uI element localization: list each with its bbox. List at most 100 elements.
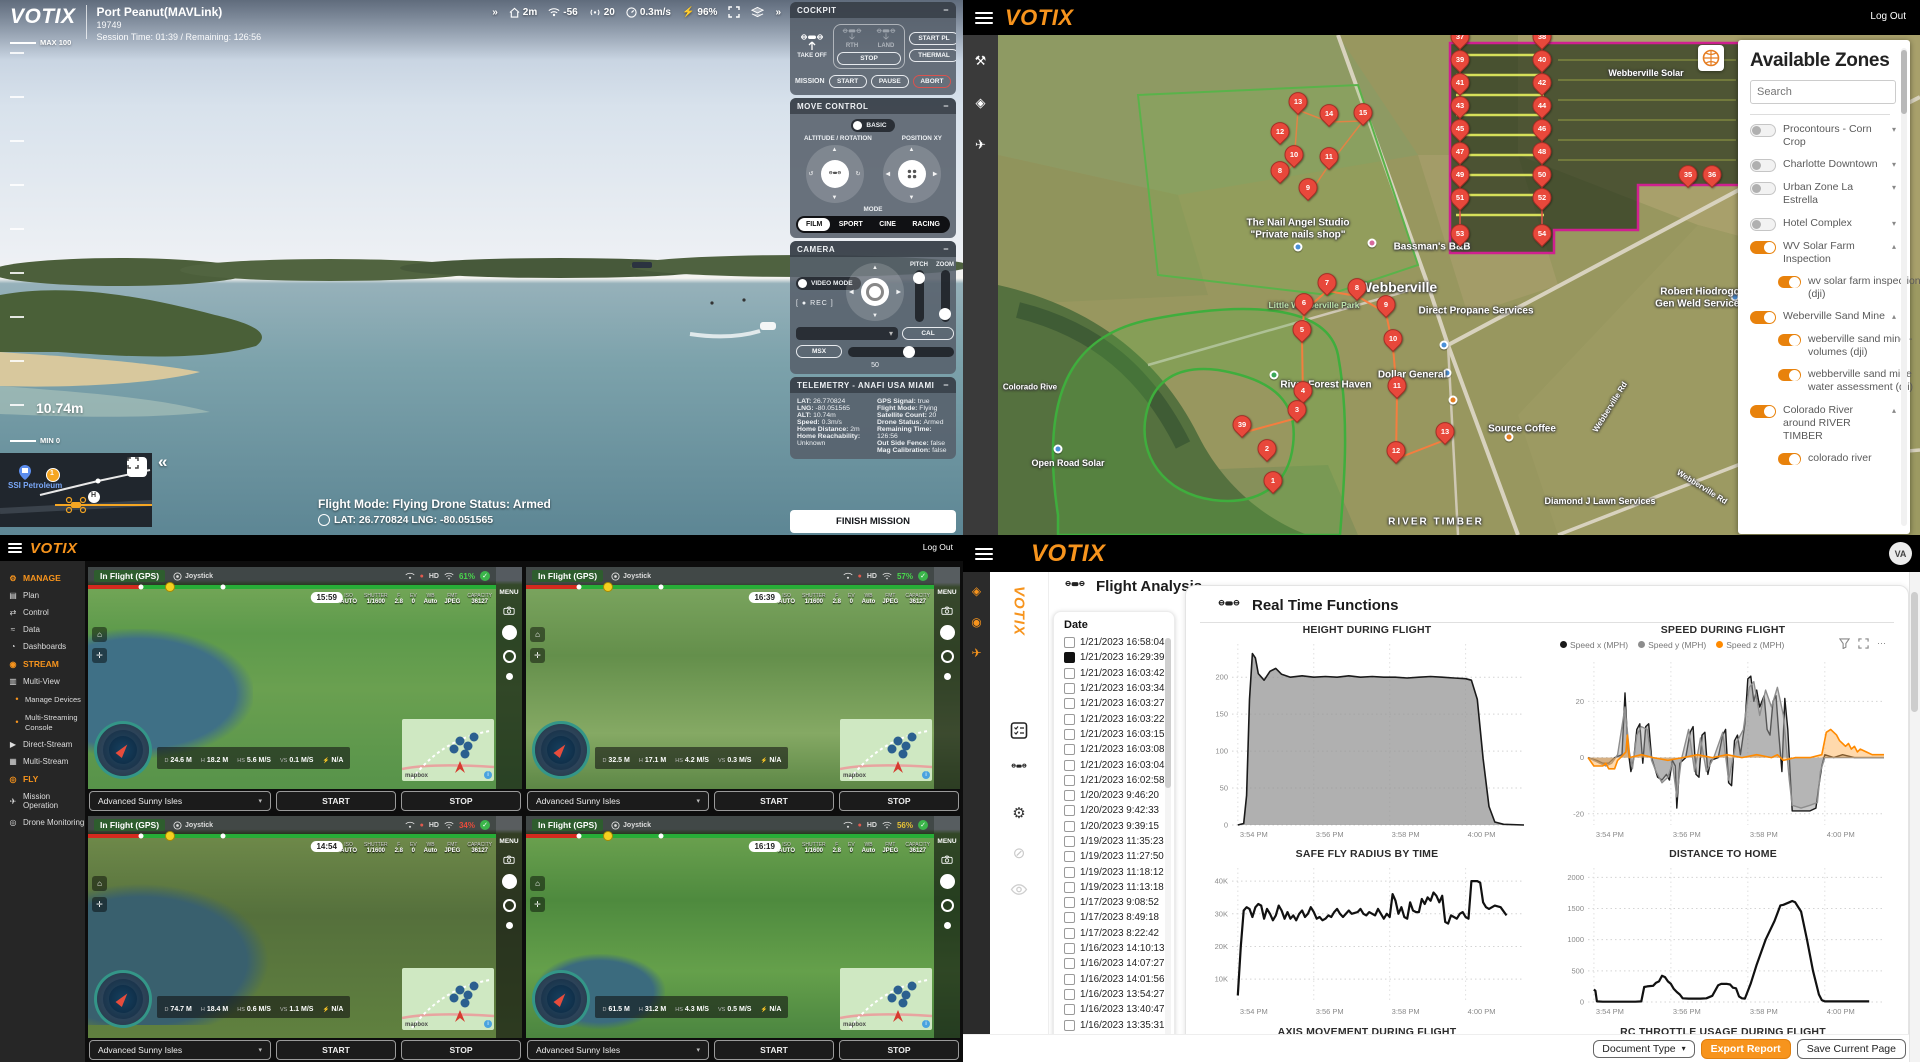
start-stream-button[interactable]: START bbox=[714, 791, 834, 811]
flight-date-row[interactable]: 1/17/2023 8:22:42 bbox=[1064, 926, 1171, 941]
mission-select-dropdown[interactable]: Advanced Sunny Isles▾ bbox=[527, 791, 709, 811]
menu-label[interactable]: MENU bbox=[937, 838, 956, 845]
minimize-icon[interactable]: − bbox=[943, 244, 949, 254]
stop-stream-button[interactable]: STOP bbox=[839, 791, 959, 811]
camera-gimbal-joystick[interactable]: ▲▼◀▶ bbox=[846, 263, 904, 321]
flight-date-row[interactable]: 1/16/2023 14:10:13 bbox=[1064, 941, 1171, 956]
record-button[interactable] bbox=[503, 650, 516, 663]
rec-button[interactable]: [ ● REC ] bbox=[796, 300, 834, 307]
menu-hamburger-icon[interactable] bbox=[975, 12, 993, 24]
more-options-icon[interactable]: ⋯ bbox=[1877, 638, 1886, 649]
flight-date-row[interactable]: 1/21/2023 16:03:04 bbox=[1064, 757, 1171, 772]
stop-stream-button[interactable]: STOP bbox=[401, 791, 521, 811]
record-button[interactable] bbox=[941, 650, 954, 663]
finish-mission-button[interactable]: FINISH MISSION bbox=[790, 510, 956, 533]
mode-racing[interactable]: RACING bbox=[904, 218, 948, 231]
zones-scrollbar[interactable] bbox=[1901, 48, 1907, 526]
virtual-joystick-icon[interactable]: ✛ bbox=[92, 648, 107, 663]
stream-minimap[interactable]: mapbox i bbox=[402, 719, 494, 781]
flight-date-row[interactable]: 1/20/2023 9:39:15 bbox=[1064, 819, 1171, 834]
flight-date-row[interactable]: 1/21/2023 16:29:39 bbox=[1064, 650, 1171, 665]
map-info-icon[interactable]: i bbox=[922, 771, 930, 779]
stream-video-feed[interactable]: In Flight (GPS) Joystick ● HD 56% ✓ 16:1… bbox=[526, 816, 960, 1038]
menu-label[interactable]: MENU bbox=[499, 838, 518, 845]
stream-video-feed[interactable]: In Flight (GPS) Joystick ● HD 34% ✓ 14:5… bbox=[88, 816, 522, 1038]
checklist-icon[interactable] bbox=[1011, 722, 1028, 739]
cal-button[interactable]: CAL bbox=[902, 327, 954, 340]
land-button[interactable]: LAND bbox=[875, 28, 897, 49]
business-marker[interactable] bbox=[1054, 445, 1063, 454]
flight-date-row[interactable]: 1/21/2023 16:03:42 bbox=[1064, 666, 1171, 681]
sidebar-item-direct-stream[interactable]: ▶Direct-Stream bbox=[0, 736, 85, 753]
flight-date-row[interactable]: 1/16/2023 14:07:27 bbox=[1064, 956, 1171, 971]
chevron-down-icon[interactable]: ▾ bbox=[1892, 219, 1896, 228]
zone-toggle[interactable] bbox=[1750, 124, 1776, 137]
position-xy-joystick[interactable]: ▲▼◀▶ bbox=[883, 145, 941, 203]
zones-search-input[interactable] bbox=[1750, 80, 1896, 104]
mission-select-dropdown[interactable]: Advanced Sunny Isles▾ bbox=[89, 791, 271, 811]
msx-button[interactable]: MSX bbox=[796, 345, 842, 358]
sidebar-item-stream[interactable]: ◉STREAM bbox=[0, 655, 85, 673]
flight-date-row[interactable]: 1/21/2023 16:03:08 bbox=[1064, 742, 1171, 757]
save-current-page-button[interactable]: Save Current Page bbox=[1797, 1039, 1906, 1059]
start-stream-button[interactable]: START bbox=[714, 1040, 834, 1060]
camera-icon[interactable] bbox=[941, 606, 953, 615]
flight-date-row[interactable]: 1/19/2023 11:13:18 bbox=[1064, 880, 1171, 895]
stream-video-feed[interactable]: In Flight (GPS) Joystick ● HD 57% ✓ 16:3… bbox=[526, 567, 960, 789]
flight-date-row[interactable]: 1/17/2023 8:49:18 bbox=[1064, 910, 1171, 925]
start-stream-button[interactable]: START bbox=[276, 1040, 396, 1060]
sidebar-item-manage[interactable]: ⚙MANAGE bbox=[0, 569, 85, 587]
virtual-joystick-icon[interactable]: ✛ bbox=[530, 897, 545, 912]
shutter-button[interactable] bbox=[940, 874, 955, 889]
start-pl-button[interactable]: START PL bbox=[909, 32, 956, 45]
shutter-button[interactable] bbox=[502, 874, 517, 889]
zone-toggle[interactable] bbox=[1750, 182, 1776, 195]
minimize-icon[interactable]: − bbox=[943, 380, 949, 390]
flight-date-row[interactable]: 1/16/2023 14:01:56 bbox=[1064, 972, 1171, 987]
sidebar-item-control[interactable]: ⇄Control bbox=[0, 604, 85, 621]
zone-toggle[interactable] bbox=[1750, 159, 1776, 172]
sidebar-item-mission-operation[interactable]: ✈Mission Operation bbox=[0, 788, 85, 814]
chevrons-icon[interactable]: » bbox=[492, 7, 498, 18]
flight-date-row[interactable]: 1/19/2023 11:35:23 bbox=[1064, 834, 1171, 849]
filter-icon[interactable] bbox=[1839, 638, 1850, 649]
flight-date-row[interactable]: 1/21/2023 16:03:15 bbox=[1064, 727, 1171, 742]
map-info-icon[interactable]: i bbox=[484, 771, 492, 779]
business-marker[interactable] bbox=[1449, 396, 1458, 405]
shutter-button[interactable] bbox=[502, 625, 517, 640]
chevron-up-icon[interactable]: ▴ bbox=[1892, 406, 1896, 415]
sidebar-item-dashboards[interactable]: ◔Dashboards bbox=[0, 638, 85, 655]
flight-date-row[interactable]: 1/21/2023 16:03:27 bbox=[1064, 696, 1171, 711]
flight-icon[interactable]: ✈ bbox=[975, 137, 986, 153]
map-info-icon[interactable]: i bbox=[922, 1020, 930, 1028]
camera-source-dropdown[interactable]: ▾ bbox=[796, 327, 898, 340]
stream-minimap[interactable]: mapbox i bbox=[840, 719, 932, 781]
flight-date-row[interactable]: 1/17/2023 9:08:52 bbox=[1064, 895, 1171, 910]
sidebar-item-multi-view[interactable]: ▥Multi-View bbox=[0, 673, 85, 690]
zone-toggle[interactable] bbox=[1750, 218, 1776, 231]
zone-toggle[interactable] bbox=[1778, 453, 1801, 465]
chevron-down-icon[interactable]: ▾ bbox=[1892, 125, 1896, 134]
fullscreen-icon[interactable] bbox=[728, 6, 740, 18]
msx-blend-slider[interactable] bbox=[848, 347, 954, 357]
expand-icon[interactable] bbox=[1858, 638, 1869, 649]
start-stream-button[interactable]: START bbox=[276, 791, 396, 811]
zoom-slider[interactable] bbox=[941, 270, 950, 322]
record-button[interactable] bbox=[941, 899, 954, 912]
camera-icon[interactable] bbox=[941, 855, 953, 864]
tools-icon[interactable]: ⚒ bbox=[975, 53, 987, 69]
page-scrollbar[interactable] bbox=[1909, 572, 1920, 1062]
virtual-joystick-icon[interactable]: ✛ bbox=[92, 897, 107, 912]
collapse-panel-icon[interactable]: » bbox=[775, 7, 781, 18]
sidebar-item-manage-devices[interactable]: •Manage Devices bbox=[0, 690, 85, 709]
chevron-up-icon[interactable]: ▴ bbox=[1892, 312, 1896, 321]
date-list-scrollbar[interactable] bbox=[1165, 638, 1171, 1036]
zone-toggle[interactable] bbox=[1778, 276, 1801, 288]
mission-abort-button[interactable]: ABORT bbox=[913, 75, 951, 88]
zone-toggle[interactable] bbox=[1778, 334, 1801, 346]
mode-cine[interactable]: CINE bbox=[871, 218, 904, 231]
minimize-icon[interactable]: − bbox=[943, 101, 949, 111]
business-marker[interactable] bbox=[1440, 341, 1449, 350]
mission-select-dropdown[interactable]: Advanced Sunny Isles▾ bbox=[527, 1040, 709, 1060]
sidebar-item-fly[interactable]: ◎FLY bbox=[0, 770, 85, 788]
